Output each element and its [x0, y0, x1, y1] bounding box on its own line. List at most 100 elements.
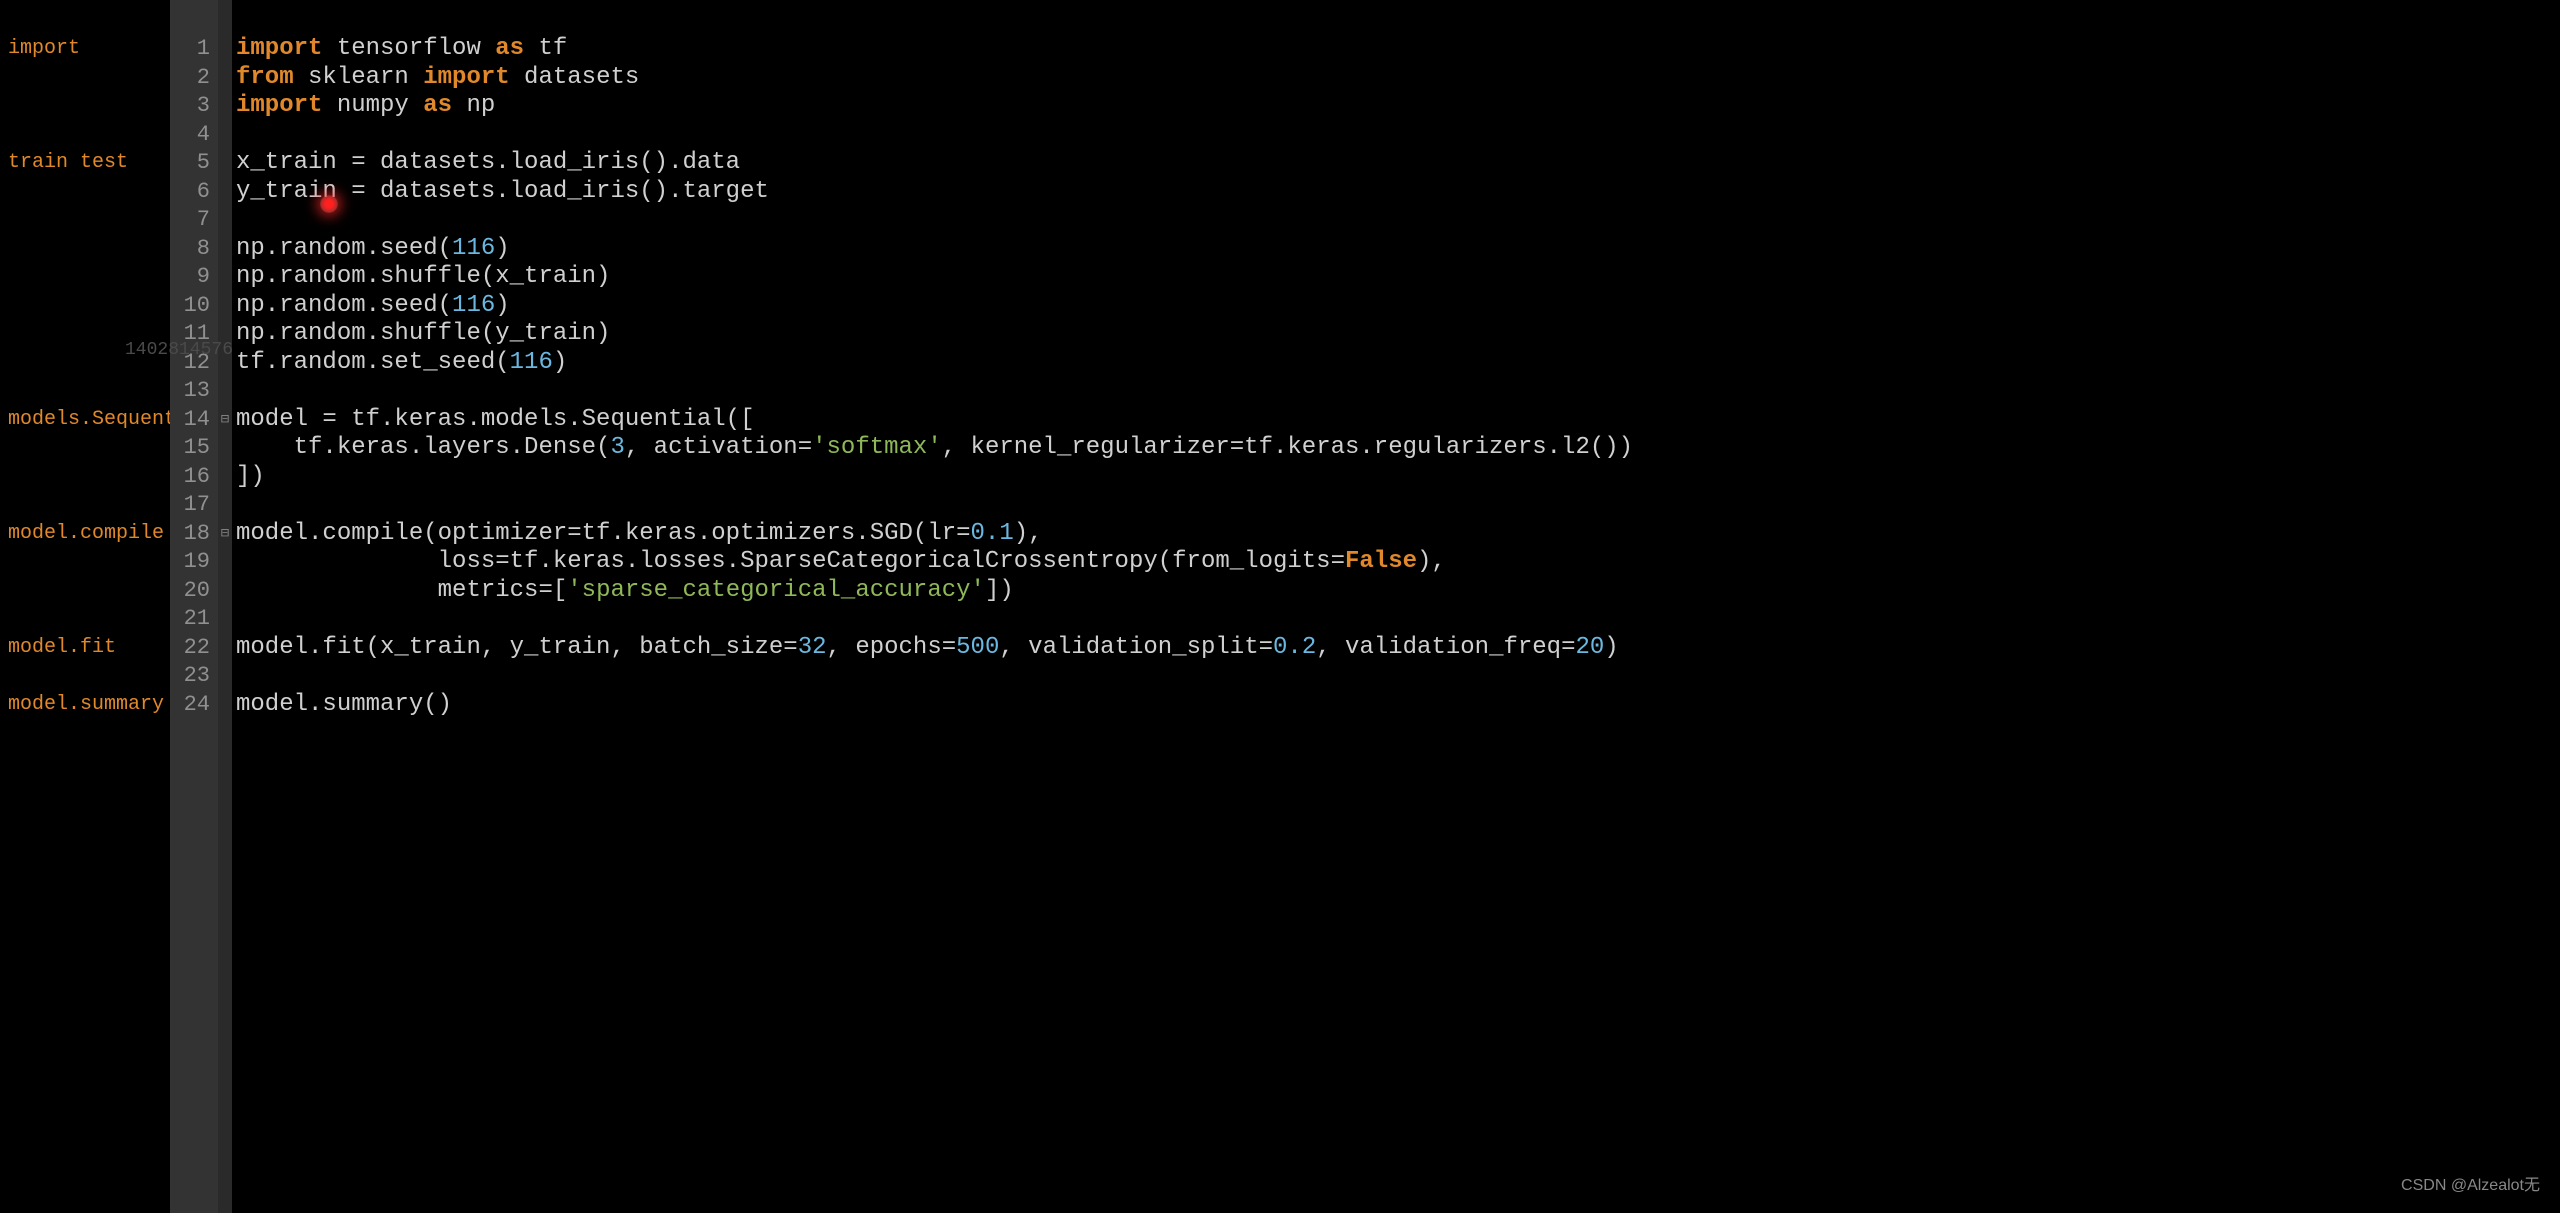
code-token: ): [495, 235, 509, 262]
fold-marker[interactable]: [218, 235, 232, 264]
code-line[interactable]: model.fit(x_train, y_train, batch_size=3…: [236, 634, 2560, 663]
fold-marker[interactable]: [218, 121, 232, 150]
section-annotation: [0, 92, 170, 121]
code-line[interactable]: [236, 121, 2560, 150]
code-line[interactable]: [236, 662, 2560, 691]
line-number: 6: [170, 178, 210, 207]
section-annotation: [0, 577, 170, 606]
fold-marker[interactable]: ⊟: [218, 406, 232, 435]
fold-marker[interactable]: [218, 206, 232, 235]
fold-marker[interactable]: [218, 605, 232, 634]
section-annotations-column: importtrain testmodels.Sequentialmodel.c…: [0, 0, 170, 1213]
code-line[interactable]: [236, 206, 2560, 235]
fold-marker[interactable]: [218, 491, 232, 520]
section-annotation: [0, 491, 170, 520]
fold-marker[interactable]: [218, 178, 232, 207]
code-line[interactable]: metrics=['sparse_categorical_accuracy']): [236, 577, 2560, 606]
code-token: 3: [610, 434, 624, 461]
fold-marker[interactable]: [218, 548, 232, 577]
fold-marker[interactable]: [218, 662, 232, 691]
code-line[interactable]: y_train = datasets.load_iris().target: [236, 178, 2560, 207]
code-token: as: [423, 92, 452, 119]
code-line[interactable]: [236, 377, 2560, 406]
line-number: 11: [170, 320, 210, 349]
code-line[interactable]: np.random.shuffle(y_train): [236, 320, 2560, 349]
line-number: 12: [170, 349, 210, 378]
code-line[interactable]: import tensorflow as tf: [236, 35, 2560, 64]
section-annotation: [0, 605, 170, 634]
section-annotation: [0, 320, 170, 349]
section-annotation: [0, 206, 170, 235]
fold-marker[interactable]: ⊟: [218, 520, 232, 549]
fold-gutter: ⊟⊟: [218, 0, 232, 1213]
code-token: ]): [236, 463, 265, 490]
fold-marker[interactable]: [218, 463, 232, 492]
code-line[interactable]: ]): [236, 463, 2560, 492]
code-line[interactable]: model.compile(optimizer=tf.keras.optimiz…: [236, 520, 2560, 549]
code-token: 500: [956, 634, 999, 661]
code-token: import: [423, 64, 509, 91]
code-line[interactable]: x_train = datasets.load_iris().data: [236, 149, 2560, 178]
code-token: metrics=[: [236, 577, 567, 604]
code-line[interactable]: loss=tf.keras.losses.SparseCategoricalCr…: [236, 548, 2560, 577]
code-line[interactable]: np.random.seed(116): [236, 292, 2560, 321]
fold-marker[interactable]: [218, 149, 232, 178]
code-token: tf.keras.layers.Dense(: [236, 434, 610, 461]
section-annotation: [0, 292, 170, 321]
code-token: sklearn: [294, 64, 424, 91]
code-line[interactable]: tf.random.set_seed(116): [236, 349, 2560, 378]
code-area[interactable]: import tensorflow as tffrom sklearn impo…: [232, 0, 2560, 1213]
code-line[interactable]: import numpy as np: [236, 92, 2560, 121]
fold-marker[interactable]: [218, 349, 232, 378]
code-line[interactable]: np.random.seed(116): [236, 235, 2560, 264]
code-token: , epochs=: [827, 634, 957, 661]
code-token: ): [1604, 634, 1618, 661]
line-number: 2: [170, 64, 210, 93]
section-annotation: model.summary: [0, 691, 170, 720]
code-token: np.random.shuffle(y_train): [236, 320, 610, 347]
code-token: 20: [1575, 634, 1604, 661]
code-token: , validation_freq=: [1316, 634, 1575, 661]
fold-marker[interactable]: [218, 377, 232, 406]
section-annotation: [0, 434, 170, 463]
code-token: 116: [510, 349, 553, 376]
code-line[interactable]: np.random.shuffle(x_train): [236, 263, 2560, 292]
fold-marker[interactable]: [218, 577, 232, 606]
code-token: 0.1: [971, 520, 1014, 547]
fold-marker[interactable]: [218, 92, 232, 121]
fold-marker[interactable]: [218, 634, 232, 663]
code-line[interactable]: [236, 491, 2560, 520]
fold-marker[interactable]: [218, 691, 232, 720]
code-token: ]): [985, 577, 1014, 604]
code-line[interactable]: model = tf.keras.models.Sequential([: [236, 406, 2560, 435]
code-line[interactable]: [236, 605, 2560, 634]
section-annotation: [0, 349, 170, 378]
line-number-gutter: 123456789101112131415161718192021222324: [170, 0, 218, 1213]
code-token: model.summary(): [236, 691, 452, 718]
fold-marker[interactable]: [218, 263, 232, 292]
code-token: 116: [452, 292, 495, 319]
section-annotation: models.Sequential: [0, 406, 170, 435]
code-line[interactable]: from sklearn import datasets: [236, 64, 2560, 93]
code-token: tensorflow: [322, 35, 495, 62]
section-annotation: [0, 121, 170, 150]
code-token: y_train = datasets.load_iris().target: [236, 178, 769, 205]
fold-marker[interactable]: [218, 320, 232, 349]
code-token: , activation=: [625, 434, 812, 461]
line-number: 14: [170, 406, 210, 435]
line-number: 23: [170, 662, 210, 691]
line-number: 15: [170, 434, 210, 463]
code-token: model.compile(optimizer=tf.keras.optimiz…: [236, 520, 971, 547]
code-line[interactable]: model.summary(): [236, 691, 2560, 720]
code-token: ),: [1014, 520, 1043, 547]
fold-marker[interactable]: [218, 434, 232, 463]
code-line[interactable]: tf.keras.layers.Dense(3, activation='sof…: [236, 434, 2560, 463]
fold-marker[interactable]: [218, 64, 232, 93]
code-token: model = tf.keras.models.Sequential([: [236, 406, 754, 433]
fold-marker[interactable]: [218, 292, 232, 321]
fold-marker[interactable]: [218, 35, 232, 64]
line-number: 24: [170, 691, 210, 720]
line-number: 17: [170, 491, 210, 520]
code-token: tf: [524, 35, 567, 62]
line-number: 8: [170, 235, 210, 264]
